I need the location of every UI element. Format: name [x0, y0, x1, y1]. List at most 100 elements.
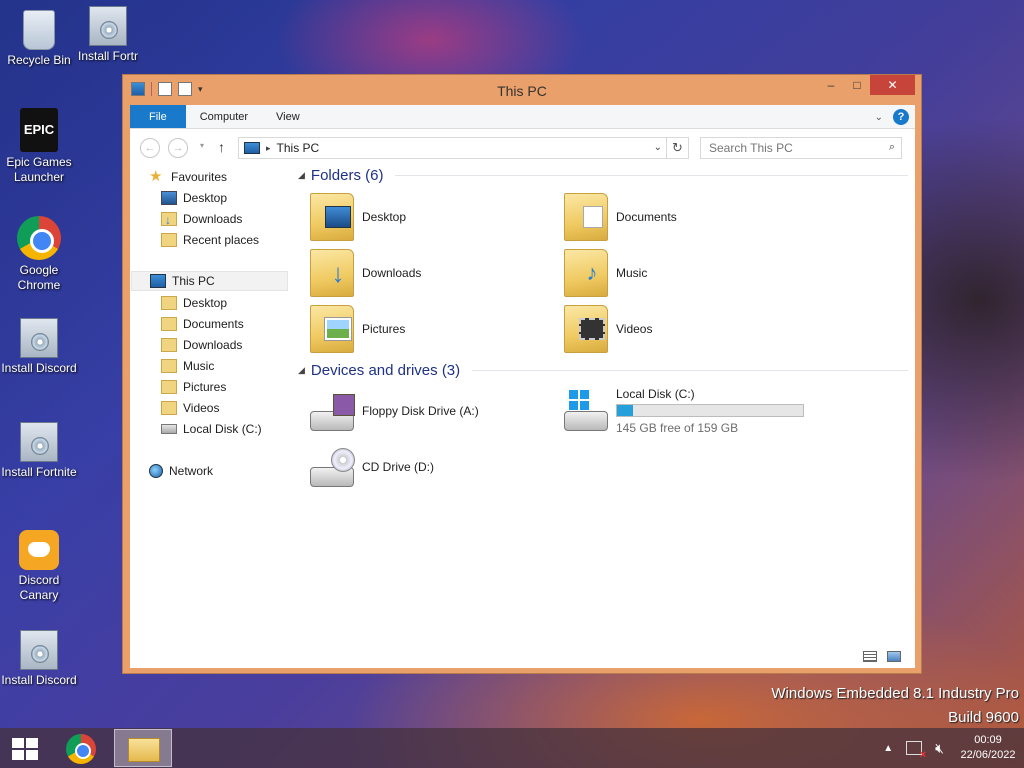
address-dropdown-icon[interactable]: ⌄ — [654, 142, 662, 153]
volume-muted-icon[interactable]: 🔇︎ — [935, 740, 944, 757]
recent-places-icon — [161, 233, 177, 247]
show-hidden-icons-icon[interactable]: ▲ — [883, 743, 893, 754]
search-input[interactable] — [701, 138, 871, 158]
installer-icon — [20, 422, 58, 462]
desktop-icon-install-discord-2[interactable]: Install Discord — [0, 630, 78, 688]
hard-drive-icon — [161, 424, 177, 434]
desktop-icon-label: Install Discord — [1, 673, 77, 687]
desktop-icon-recycle-bin[interactable]: Recycle Bin — [0, 6, 78, 68]
desktop-icon-label: Install Discord — [1, 361, 77, 375]
folder-icon — [161, 380, 177, 394]
nav-pc-downloads[interactable]: Downloads — [161, 335, 242, 355]
tile-label: Floppy Disk Drive (A:) — [362, 404, 479, 418]
desktop-icon-epic-games[interactable]: EPIC Epic Games Launcher — [0, 108, 78, 185]
tab-computer[interactable]: Computer — [186, 105, 262, 128]
close-button[interactable]: ✕ — [870, 75, 915, 95]
up-button[interactable]: ↑ — [218, 139, 225, 155]
folders-group-header[interactable]: ◢ Folders (6) — [298, 167, 908, 184]
folder-tile-pictures[interactable]: Pictures — [310, 303, 560, 355]
clock-date: 22/06/2022 — [960, 749, 1016, 761]
desktop-icon-install-fortnite[interactable]: Install Fortnite — [0, 422, 78, 480]
taskbar-chrome-icon[interactable] — [66, 734, 96, 764]
search-box[interactable]: ⌕ — [700, 137, 902, 159]
network-icon — [149, 464, 163, 478]
nav-label: Videos — [183, 401, 220, 415]
pictures-folder-icon — [310, 305, 354, 353]
forward-button[interactable]: → — [168, 138, 188, 158]
nav-network[interactable]: Network — [149, 461, 213, 481]
title-bar[interactable]: ▾ This PC – □ ✕ — [123, 75, 921, 105]
minimize-button[interactable]: – — [818, 75, 844, 95]
desktop-icon-discord-canary[interactable]: Discord Canary — [0, 530, 78, 603]
nav-pc-local-disk[interactable]: Local Disk (C:) — [161, 419, 262, 439]
breadcrumb-arrow-icon[interactable]: ▸ — [266, 143, 271, 154]
desktop-icon-label: Install Fortnite — [1, 465, 77, 479]
recent-locations-dropdown-icon[interactable]: ▾ — [200, 141, 204, 150]
desktop-icon-install-fortnite-top[interactable]: Install Fortn — [78, 6, 138, 64]
folder-tile-downloads[interactable]: ↓ Downloads — [310, 247, 560, 299]
desktop-icon-google-chrome[interactable]: Google Chrome — [0, 216, 78, 293]
drive-tile-local-disk[interactable]: Local Disk (C:) 145 GB free of 159 GB — [564, 385, 864, 437]
tab-view[interactable]: View — [262, 105, 314, 128]
nav-pc-desktop[interactable]: Desktop — [161, 293, 227, 313]
tile-label: Documents — [616, 210, 677, 224]
nav-pc-pictures[interactable]: Pictures — [161, 377, 226, 397]
tile-label: Downloads — [362, 266, 422, 280]
back-button[interactable]: ← — [140, 138, 160, 158]
collapse-triangle-icon[interactable]: ◢ — [298, 365, 305, 376]
collapse-triangle-icon[interactable]: ◢ — [298, 170, 305, 181]
installer-icon — [20, 630, 58, 670]
pc-icon — [150, 274, 166, 288]
tile-label: CD Drive (D:) — [362, 460, 434, 474]
nav-label: Local Disk (C:) — [183, 422, 262, 436]
large-icons-view-icon[interactable] — [887, 651, 901, 662]
nav-pc-documents[interactable]: Documents — [161, 314, 244, 334]
folder-tile-music[interactable]: ♪ Music — [564, 247, 814, 299]
folder-tile-videos[interactable]: Videos — [564, 303, 814, 355]
installer-icon — [89, 6, 127, 46]
search-icon[interactable]: ⌕ — [889, 141, 895, 154]
drive-tile-floppy[interactable]: Floppy Disk Drive (A:) — [310, 385, 560, 437]
nav-fav-downloads[interactable]: Downloads — [161, 209, 242, 230]
maximize-button[interactable]: □ — [844, 75, 870, 95]
refresh-button[interactable]: ↻ — [666, 138, 688, 158]
folder-icon — [161, 359, 177, 373]
disk-usage-bar — [616, 404, 804, 417]
tab-file[interactable]: File — [130, 105, 186, 128]
desktop-icon-install-discord[interactable]: Install Discord — [0, 318, 78, 376]
devices-group-header[interactable]: ◢ Devices and drives (3) — [298, 362, 908, 379]
nav-pc-music[interactable]: Music — [161, 356, 214, 376]
folder-tile-documents[interactable]: Documents — [564, 191, 814, 243]
nav-fav-desktop[interactable]: Desktop — [161, 188, 227, 208]
network-disconnected-icon[interactable] — [906, 741, 926, 761]
clock[interactable]: 00:09 22/06/2022 — [952, 733, 1024, 763]
desktop-icon-label: Google Chrome — [17, 263, 61, 292]
folder-tile-desktop[interactable]: Desktop — [310, 191, 560, 243]
nav-label: Pictures — [183, 380, 227, 394]
nav-pc-videos[interactable]: Videos — [161, 398, 219, 418]
help-icon[interactable]: ? — [893, 109, 909, 125]
taskbar-file-explorer-icon[interactable] — [114, 729, 172, 767]
folder-icon — [161, 401, 177, 415]
tile-label: Videos — [616, 322, 653, 336]
expand-ribbon-icon[interactable]: ⌄ — [875, 112, 883, 123]
recycle-bin-icon — [23, 10, 55, 50]
pc-icon — [244, 142, 260, 154]
nav-favourites[interactable]: ★ Favourites — [149, 167, 227, 187]
details-view-icon[interactable] — [863, 651, 877, 662]
nav-fav-recent-places[interactable]: Recent places — [161, 230, 259, 250]
clock-time: 00:09 — [974, 734, 1002, 746]
nav-label: Recent places — [183, 233, 260, 247]
drive-tile-cd[interactable]: CD Drive (D:) — [310, 441, 560, 493]
documents-folder-icon — [564, 193, 608, 241]
nav-label: Downloads — [183, 338, 243, 352]
start-button[interactable] — [12, 738, 38, 760]
address-bar[interactable]: ▸ This PC ⌄ ↻ — [238, 137, 689, 159]
nav-this-pc[interactable]: This PC — [131, 271, 288, 291]
explorer-window[interactable]: ▾ This PC – □ ✕ File Computer View ⌄ ? ←… — [122, 74, 922, 674]
navigation-bar: ← → ▾ ↑ ▸ This PC ⌄ ↻ ⌕ — [130, 129, 915, 165]
nav-label: Favourites — [171, 170, 228, 184]
desktop-icon-label: Install Fortn — [78, 49, 138, 63]
desktop-icon-label: Recycle Bin — [7, 53, 71, 67]
taskbar: ▲ 🔇︎ 00:09 22/06/2022 — [0, 728, 1024, 768]
